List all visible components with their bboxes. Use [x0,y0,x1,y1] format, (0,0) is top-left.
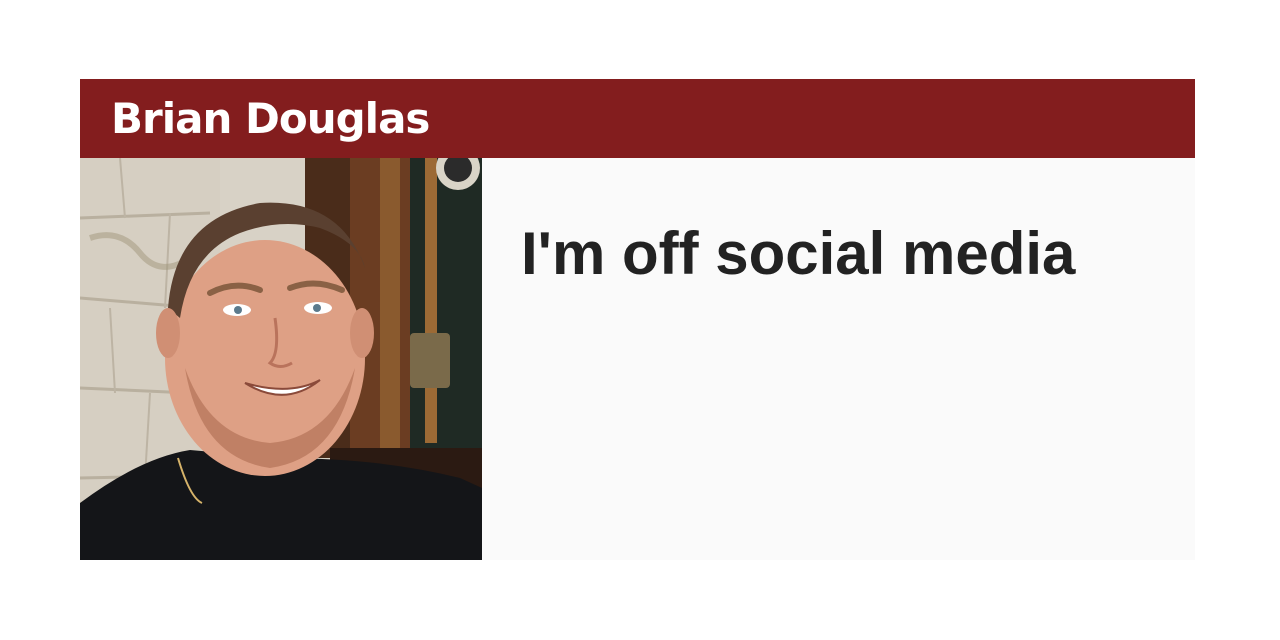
author-portrait-photo [80,158,482,560]
author-name: Brian Douglas [111,94,430,143]
headline: I'm off social media [521,220,1076,287]
author-card: Brian Douglas I'm off social media [80,79,1195,560]
author-header-bar: Brian Douglas [80,79,1195,158]
author-photo [80,158,482,560]
